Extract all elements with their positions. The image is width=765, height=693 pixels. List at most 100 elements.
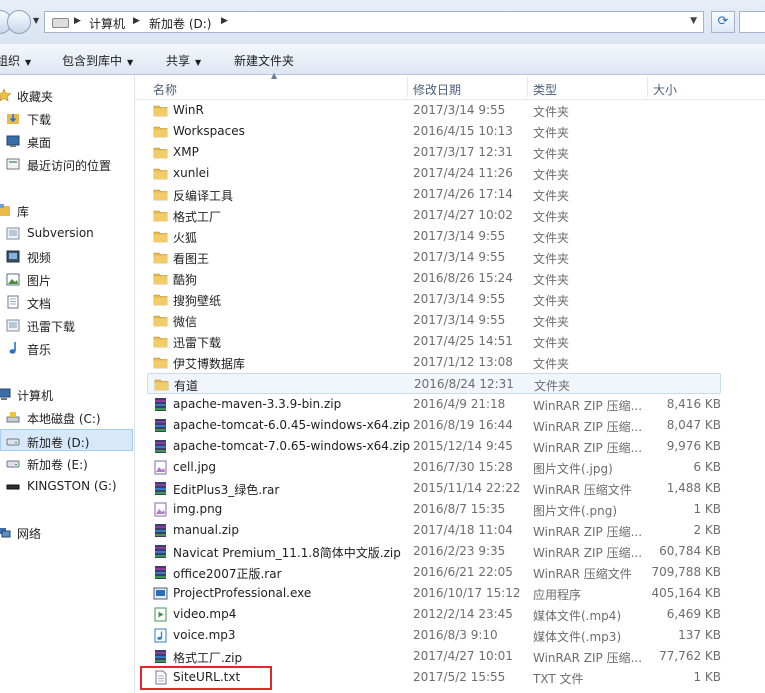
nav-recent-places[interactable]: 最近访问的位置	[0, 153, 133, 175]
nav-drive-g[interactable]: KINGSTON (G:)	[0, 475, 133, 497]
file-row[interactable]: 反编译工具 2017/4/26 17:14 文件夹	[147, 184, 721, 205]
history-dropdown-icon[interactable]: ▼	[33, 16, 39, 25]
column-header-name[interactable]: 名称	[153, 81, 177, 98]
file-type: 文件夹	[533, 336, 570, 350]
file-row[interactable]: 火狐 2017/3/14 9:55 文件夹	[147, 226, 721, 247]
file-date: 2017/4/18 11:04	[413, 523, 513, 537]
file-name: xunlei	[173, 166, 210, 180]
nav-network[interactable]: 网络	[0, 521, 133, 543]
file-row[interactable]: 有道 2016/8/24 12:31 文件夹	[147, 373, 721, 394]
address-bar-area: ▼ ▶ 计算机 ▶ 新加卷 (D:) ▶ ▼ ⟳	[0, 0, 765, 44]
organize-button[interactable]: 组织 ▼	[0, 52, 31, 69]
file-name: office2007正版.rar	[173, 567, 282, 581]
nav-videos[interactable]: 视频	[0, 245, 133, 267]
file-row[interactable]: apache-tomcat-6.0.45-windows-x64.zip 2016…	[147, 415, 721, 436]
file-type: 文件夹	[533, 189, 570, 203]
address-dropdown-icon[interactable]: ▼	[690, 16, 697, 26]
column-header-type[interactable]: 类型	[533, 81, 557, 98]
library-icon	[0, 204, 10, 216]
winrar-icon	[153, 523, 168, 538]
file-row[interactable]: Workspaces 2016/4/15 10:13 文件夹	[147, 121, 721, 142]
nav-label: 新加卷 (E:)	[27, 458, 88, 472]
file-type: 图片文件(.jpg)	[533, 462, 613, 476]
file-row[interactable]: img.png 2016/8/7 15:35 图片文件(.png) 1 KB	[147, 499, 721, 520]
nav-label: 新加卷 (D:)	[27, 436, 90, 450]
breadcrumb-arrow-icon[interactable]: ▶	[221, 16, 228, 26]
file-row[interactable]: video.mp4 2012/2/14 23:45 媒体文件(.mp4) 6,469 …	[147, 604, 721, 625]
file-name: 搜狗壁纸	[173, 294, 222, 308]
star-icon	[0, 88, 11, 102]
nav-favorites[interactable]: 收藏夹	[0, 84, 133, 106]
forward-button[interactable]	[7, 10, 31, 34]
nav-drive-e[interactable]: 新加卷 (E:)	[0, 452, 133, 474]
file-row[interactable]: 搜狗壁纸 2017/3/14 9:55 文件夹	[147, 289, 721, 310]
nav-computer[interactable]: 计算机	[0, 383, 133, 405]
file-date: 2016/8/7 15:35	[413, 502, 506, 516]
include-in-library-button[interactable]: 包含到库中 ▼	[62, 52, 133, 69]
breadcrumb-drive-d[interactable]: 新加卷 (D:)	[149, 15, 211, 32]
file-row[interactable]: voice.mp3 2016/8/3 9:10 媒体文件(.mp3) 137 KB	[147, 625, 721, 646]
new-folder-button[interactable]: 新建文件夹	[234, 52, 294, 69]
share-button[interactable]: 共享 ▼	[166, 52, 201, 69]
file-name: apache-maven-3.3.9-bin.zip	[173, 397, 342, 411]
nav-documents[interactable]: 文档	[0, 291, 133, 313]
file-row[interactable]: 迅雷下载 2017/4/25 14:51 文件夹	[147, 331, 721, 352]
file-row[interactable]: EditPlus3_绿色.rar 2015/11/14 22:22 WinRAR 压…	[147, 478, 721, 499]
nav-subversion[interactable]: Subversion	[0, 222, 133, 244]
search-input[interactable]	[739, 11, 765, 33]
column-separator[interactable]	[407, 77, 408, 97]
breadcrumb-arrow-icon[interactable]: ▶	[133, 16, 140, 26]
column-header-size[interactable]: 大小	[653, 81, 677, 98]
video-library-icon	[6, 250, 20, 263]
column-header-date[interactable]: 修改日期	[413, 81, 461, 98]
file-type: TXT 文件	[533, 672, 584, 686]
file-row[interactable]: office2007正版.rar 2016/6/21 22:05 WinRAR 压缩…	[147, 562, 721, 583]
file-row[interactable]: ProjectProfessional.exe 2016/10/17 15:12 应…	[147, 583, 721, 604]
file-name: voice.mp3	[173, 628, 236, 642]
file-size: 137 KB	[678, 628, 721, 642]
breadcrumb-arrow-icon[interactable]: ▶	[74, 16, 81, 26]
file-row[interactable]: 酷狗 2016/8/26 15:24 文件夹	[147, 268, 721, 289]
chevron-down-icon: ▼	[195, 58, 202, 67]
file-row[interactable]: 微信 2017/3/14 9:55 文件夹	[147, 310, 721, 331]
file-name: 有道	[174, 379, 199, 393]
address-field[interactable]: ▶ 计算机 ▶ 新加卷 (D:) ▶ ▼	[44, 11, 704, 33]
nav-music[interactable]: 音乐	[0, 337, 133, 359]
nav-drive-c[interactable]: 本地磁盘 (C:)	[0, 406, 133, 428]
refresh-button[interactable]: ⟳	[711, 11, 735, 33]
folder-icon	[153, 355, 168, 370]
document-library-icon	[7, 295, 19, 309]
column-separator[interactable]	[527, 77, 528, 97]
nav-libraries[interactable]: 库	[0, 199, 133, 221]
file-name: 格式工厂.zip	[173, 651, 243, 665]
file-row[interactable]: 格式工厂 2017/4/27 10:02 文件夹	[147, 205, 721, 226]
nav-label: 最近访问的位置	[27, 159, 112, 173]
nav-downloads[interactable]: 下载	[0, 107, 133, 129]
recent-places-icon	[6, 158, 20, 170]
nav-thunder-downloads[interactable]: 迅雷下载	[0, 314, 133, 336]
file-type: WinRAR ZIP 压缩...	[533, 525, 641, 539]
file-row[interactable]: manual.zip 2017/4/18 11:04 WinRAR ZIP 压缩..…	[147, 520, 721, 541]
file-date: 2016/8/3 9:10	[413, 628, 498, 642]
file-type: 文件夹	[533, 315, 570, 329]
file-row[interactable]: 格式工厂.zip 2017/4/27 10:01 WinRAR ZIP 压缩... 7…	[147, 646, 721, 667]
file-row[interactable]: 看图王 2017/3/14 9:55 文件夹	[147, 247, 721, 268]
column-separator[interactable]	[647, 77, 648, 97]
breadcrumb-computer[interactable]: 计算机	[89, 15, 125, 32]
file-type: 文件夹	[533, 231, 570, 245]
nav-drive-d[interactable]: 新加卷 (D:)	[0, 429, 133, 451]
file-row[interactable]: WinR 2017/3/14 9:55 文件夹	[147, 100, 721, 121]
nav-desktop[interactable]: 桌面	[0, 130, 133, 152]
file-row[interactable]: Navicat Premium_11.1.8简体中文版.zip 2016/2/23…	[147, 541, 721, 562]
folder-icon	[153, 334, 168, 349]
file-type: 媒体文件(.mp3)	[533, 630, 622, 644]
nav-pictures[interactable]: 图片	[0, 268, 133, 290]
file-row[interactable]: apache-maven-3.3.9-bin.zip 2016/4/9 21:18…	[147, 394, 721, 415]
nav-label: 网络	[17, 527, 42, 541]
folder-icon	[154, 377, 169, 392]
file-row[interactable]: apache-tomcat-7.0.65-windows-x64.zip 2015…	[147, 436, 721, 457]
file-row[interactable]: xunlei 2017/4/24 11:26 文件夹	[147, 163, 721, 184]
file-row[interactable]: XMP 2017/3/17 12:31 文件夹	[147, 142, 721, 163]
file-row[interactable]: cell.jpg 2016/7/30 15:28 图片文件(.jpg) 6 KB	[147, 457, 721, 478]
file-row[interactable]: 伊艾博数据库 2017/1/12 13:08 文件夹	[147, 352, 721, 373]
